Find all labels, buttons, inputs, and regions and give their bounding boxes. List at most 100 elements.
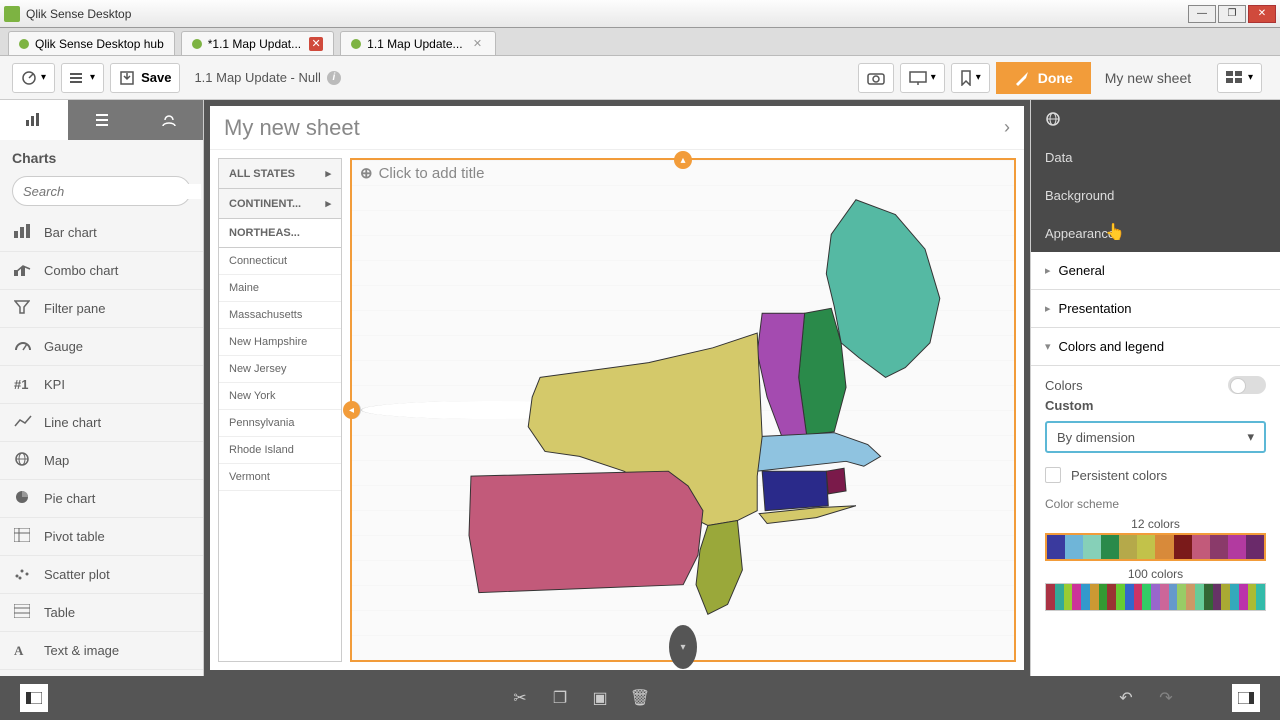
resize-handle-top[interactable]: ▴ xyxy=(674,151,692,169)
map-svg xyxy=(392,180,1004,654)
resize-handle-left[interactable]: ◂ xyxy=(343,401,361,419)
checkbox-icon xyxy=(1045,467,1061,483)
sheets-grid-button[interactable]: ▾ xyxy=(1217,63,1262,93)
color-count-100: 100 colors xyxy=(1045,567,1266,581)
panel-section-data[interactable]: Data xyxy=(1031,138,1280,176)
chart-type-icon xyxy=(14,451,34,470)
chart-item-table[interactable]: Table xyxy=(0,594,203,632)
chart-item-kpi[interactable]: #1KPI xyxy=(0,366,203,404)
properties-panel: Data Background 👆 Appearance General Pre… xyxy=(1030,100,1280,676)
tab-map-update[interactable]: 1.1 Map Update... ✕ xyxy=(340,31,495,55)
chart-item-pie-chart[interactable]: Pie chart xyxy=(0,480,203,518)
main-area: Charts Bar chartCombo chartFilter paneGa… xyxy=(0,100,1280,676)
undo-button[interactable]: ↶ xyxy=(1112,684,1140,712)
panel-section-appearance[interactable]: Appearance xyxy=(1031,214,1280,252)
redo-button[interactable]: ↷ xyxy=(1152,684,1180,712)
sheet-title[interactable]: My new sheet xyxy=(224,115,1004,141)
delete-button[interactable]: 🗑 xyxy=(626,684,654,712)
chart-type-icon: A xyxy=(14,643,34,659)
filter-item[interactable]: Pennsylvania xyxy=(219,410,341,437)
tab-dot-icon xyxy=(351,39,361,49)
chart-type-icon xyxy=(14,604,34,621)
tab-close-icon[interactable]: ✕ xyxy=(471,37,485,51)
bookmark-button[interactable]: ▾ xyxy=(951,63,990,93)
tab-dot-icon xyxy=(192,39,202,49)
map-object[interactable]: ⊕Click to add title ▴ ▾ ◂ ▸ xyxy=(350,158,1016,662)
colors-section-body: Colors Custom By dimension ▾ Persistent … xyxy=(1031,366,1280,621)
tab-map-update-active[interactable]: *1.1 Map Updat... ✕ xyxy=(181,31,334,55)
chart-type-icon: #1 xyxy=(14,377,34,392)
chart-type-icon xyxy=(14,414,34,431)
charts-search[interactable] xyxy=(12,176,191,206)
chart-type-icon xyxy=(14,338,34,355)
copy-button[interactable]: ❐ xyxy=(546,684,574,712)
search-input[interactable] xyxy=(23,184,201,199)
chart-item-scatter-plot[interactable]: Scatter plot xyxy=(0,556,203,594)
close-button[interactable]: ✕ xyxy=(1248,5,1276,23)
done-button[interactable]: Done xyxy=(996,62,1091,94)
chart-item-gauge[interactable]: Gauge xyxy=(0,328,203,366)
color-scheme-12[interactable] xyxy=(1045,533,1266,561)
persistent-colors-checkbox[interactable]: Persistent colors xyxy=(1045,467,1266,483)
next-sheet-button[interactable]: › xyxy=(1004,117,1010,138)
filter-item[interactable]: New Jersey xyxy=(219,356,341,383)
filter-region[interactable]: NORTHEAS... xyxy=(219,219,341,248)
tab-label: 1.1 Map Update... xyxy=(367,37,462,51)
filter-all-states[interactable]: ALL STATES▸ xyxy=(219,159,341,189)
window-titlebar: Qlik Sense Desktop — ❐ ✕ xyxy=(0,0,1280,28)
maximize-button[interactable]: ❐ xyxy=(1218,5,1246,23)
chart-item-map[interactable]: Map xyxy=(0,442,203,480)
window-title: Qlik Sense Desktop xyxy=(26,7,1186,21)
panel-section-background[interactable]: Background 👆 xyxy=(1031,176,1280,214)
chart-type-icon xyxy=(14,224,34,241)
chart-type-icon xyxy=(14,489,34,508)
toolbar: ▾ ▾ Save 1.1 Map Update - Null i ▾ ▾ Don… xyxy=(0,56,1280,100)
chart-item-bar-chart[interactable]: Bar chart xyxy=(0,214,203,252)
chart-item-pivot-table[interactable]: Pivot table xyxy=(0,518,203,556)
chart-item-text-image[interactable]: AText & image xyxy=(0,632,203,670)
chart-item-filter-pane[interactable]: Filter pane xyxy=(0,290,203,328)
color-mode-select[interactable]: By dimension ▾ xyxy=(1045,421,1266,453)
accordion-colors-legend[interactable]: Colors and legend xyxy=(1031,328,1280,366)
colors-label: Colors xyxy=(1045,378,1083,393)
paste-button[interactable]: ▣ xyxy=(586,684,614,712)
accordion-general[interactable]: General xyxy=(1031,252,1280,290)
filter-continent[interactable]: CONTINENT...▸ xyxy=(219,189,341,219)
accordion-presentation[interactable]: Presentation xyxy=(1031,290,1280,328)
fields-tab[interactable] xyxy=(68,100,136,140)
filter-item[interactable]: Connecticut xyxy=(219,248,341,275)
snapshot-button[interactable] xyxy=(858,63,894,93)
filter-pane[interactable]: ALL STATES▸ CONTINENT...▸ NORTHEAS... Co… xyxy=(218,158,342,662)
filter-item[interactable]: Vermont xyxy=(219,464,341,491)
assets-header: Charts xyxy=(0,140,203,176)
expand-left-button[interactable] xyxy=(20,684,48,712)
list-menu-button[interactable]: ▾ xyxy=(61,63,104,93)
master-items-tab[interactable] xyxy=(135,100,203,140)
bottom-bar: ✂ ❐ ▣ 🗑 ↶ ↷ xyxy=(0,676,1280,720)
colors-toggle[interactable] xyxy=(1228,376,1266,394)
sheet-header: My new sheet › xyxy=(210,106,1024,150)
info-icon[interactable]: i xyxy=(327,71,341,85)
tab-close-icon[interactable]: ✕ xyxy=(309,37,323,51)
filter-item[interactable]: New Hampshire xyxy=(219,329,341,356)
breadcrumb: 1.1 Map Update - Null i xyxy=(194,70,340,85)
chart-item-line-chart[interactable]: Line chart xyxy=(0,404,203,442)
tab-hub[interactable]: Qlik Sense Desktop hub xyxy=(8,31,175,55)
app-icon xyxy=(4,6,20,22)
cut-button[interactable]: ✂ xyxy=(506,684,534,712)
chart-type-icon xyxy=(14,528,34,545)
filter-item[interactable]: Maine xyxy=(219,275,341,302)
chart-item-combo-chart[interactable]: Combo chart xyxy=(0,252,203,290)
properties-globe-icon[interactable] xyxy=(1031,100,1280,138)
save-button[interactable]: Save xyxy=(110,63,180,93)
filter-item[interactable]: Rhode Island xyxy=(219,437,341,464)
minimize-button[interactable]: — xyxy=(1188,5,1216,23)
filter-item[interactable]: Massachusetts xyxy=(219,302,341,329)
expand-right-button[interactable] xyxy=(1232,684,1260,712)
nav-menu-button[interactable]: ▾ xyxy=(12,63,55,93)
present-button[interactable]: ▾ xyxy=(900,63,945,93)
chart-type-icon xyxy=(14,300,34,317)
color-scheme-100[interactable] xyxy=(1045,583,1266,611)
filter-item[interactable]: New York xyxy=(219,383,341,410)
charts-tab[interactable] xyxy=(0,100,68,140)
